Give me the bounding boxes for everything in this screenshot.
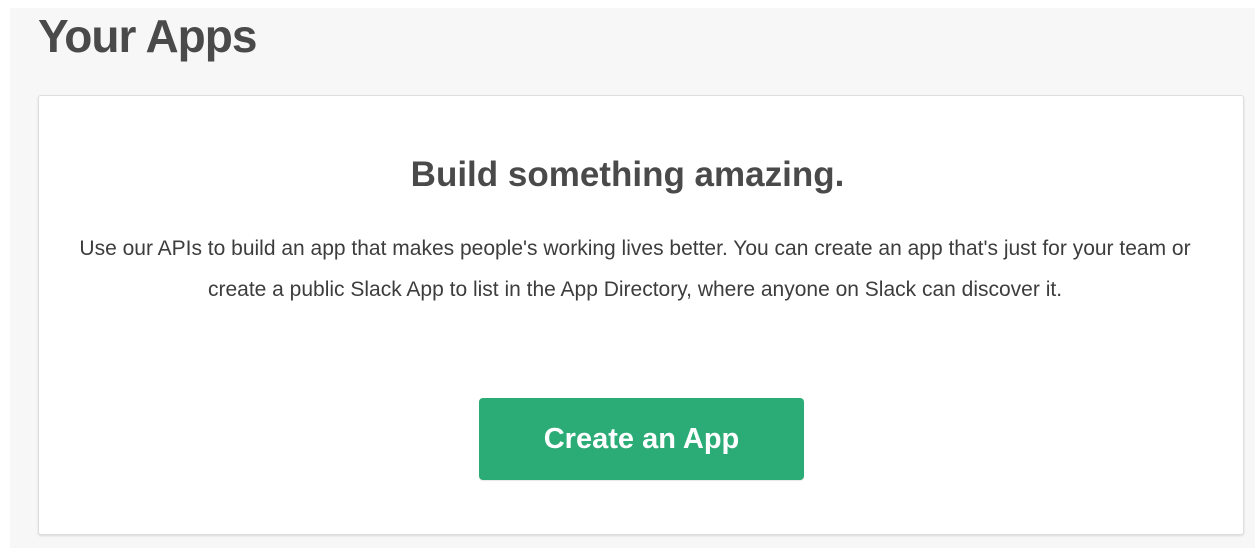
page-title: Your Apps bbox=[38, 10, 257, 62]
create-app-button[interactable]: Create an App bbox=[479, 398, 804, 480]
empty-state-heading: Build something amazing. bbox=[410, 155, 845, 194]
empty-state-description: Use our APIs to build an app that makes … bbox=[79, 237, 1191, 301]
